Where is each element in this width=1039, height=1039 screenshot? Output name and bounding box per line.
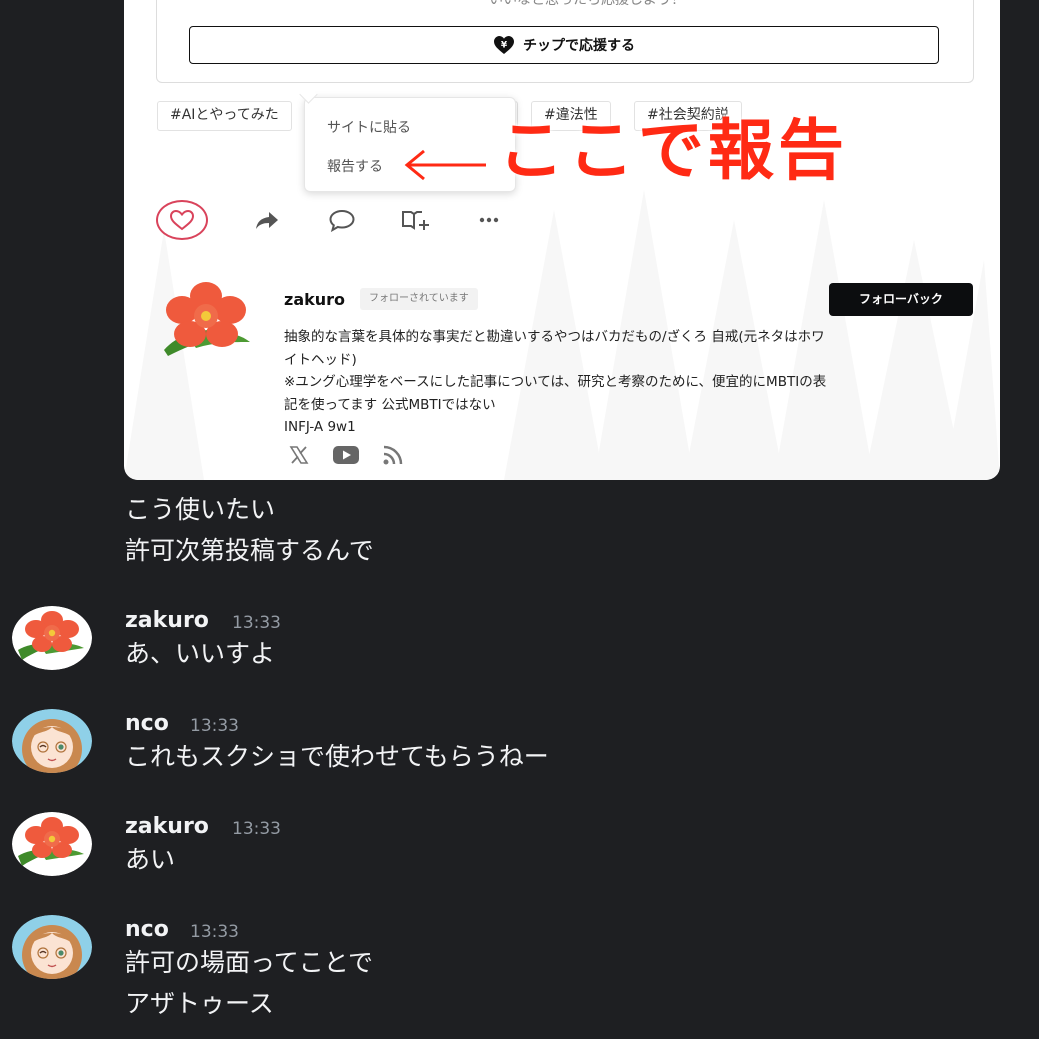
message-author[interactable]: nco bbox=[125, 710, 169, 738]
message-timestamp: 13:33 bbox=[190, 716, 239, 736]
follow-back-button[interactable]: フォローバック bbox=[829, 283, 973, 316]
yen-heart-icon: ¥ bbox=[494, 36, 514, 54]
user-avatar-anime-icon[interactable] bbox=[12, 915, 92, 979]
message-line: あい bbox=[125, 845, 176, 874]
message-line: アザトゥース bbox=[125, 989, 274, 1018]
message-author[interactable]: zakuro bbox=[125, 607, 209, 635]
follow-status-badge: フォローされています bbox=[360, 288, 478, 310]
message-line: 許可の場面ってことで bbox=[125, 948, 374, 977]
profile-bio: 抽象的な言葉を具体的な事実だと勘違いするやつはバカだもの/ざくろ 自戒(元ネタは… bbox=[284, 326, 974, 439]
svg-text:¥: ¥ bbox=[501, 41, 508, 51]
user-avatar-flower-icon[interactable] bbox=[12, 812, 92, 876]
message-timestamp: 13:33 bbox=[190, 922, 239, 942]
share-icon[interactable] bbox=[254, 208, 280, 232]
message-line: これもスクショで使わせてもらうねー bbox=[125, 742, 549, 771]
heart-icon bbox=[169, 209, 195, 231]
message-author[interactable]: zakuro bbox=[125, 813, 209, 841]
message-line: 許可次第投稿するんで bbox=[125, 536, 374, 565]
tip-caption: いいなと思ったら応援しよう！ bbox=[442, 0, 732, 10]
tip-section: いいなと思ったら応援しよう！ ¥ チップで応援する bbox=[156, 0, 974, 83]
user-avatar-flower-icon[interactable] bbox=[12, 606, 92, 670]
tip-button-label: チップで応援する bbox=[523, 38, 635, 54]
menu-item-report[interactable]: 報告する bbox=[327, 156, 383, 176]
embedded-screenshot: いいなと思ったら応援しよう！ ¥ チップで応援する #AIとやってみた #違法性… bbox=[124, 0, 1000, 480]
action-bar bbox=[156, 200, 516, 242]
message-author[interactable]: nco bbox=[125, 916, 169, 944]
bio-line: イトヘッド) bbox=[284, 351, 357, 368]
annotation-text: ここで報告 bbox=[498, 112, 848, 189]
rss-icon[interactable] bbox=[382, 444, 404, 466]
bio-line: ※ユング心理学をベースにした記事については、研究と考察のために、便宜的にMBTI… bbox=[284, 374, 827, 390]
message-line: こう使いたい bbox=[125, 495, 276, 524]
youtube-icon[interactable] bbox=[332, 445, 360, 465]
left-arrow-icon bbox=[404, 149, 486, 181]
message-line: あ、いいすよ bbox=[125, 639, 276, 668]
like-button[interactable] bbox=[156, 200, 208, 240]
user-avatar-anime-icon[interactable] bbox=[12, 709, 92, 773]
tag-ai[interactable]: #AIとやってみた bbox=[157, 101, 292, 131]
magazine-add-icon[interactable] bbox=[400, 208, 430, 232]
tip-button[interactable]: ¥ チップで応援する bbox=[189, 26, 939, 64]
comment-icon[interactable] bbox=[328, 208, 356, 232]
bio-line: INFJ-A 9w1 bbox=[284, 419, 356, 435]
x-icon[interactable] bbox=[289, 446, 309, 464]
more-icon[interactable] bbox=[476, 208, 502, 232]
message-timestamp: 13:33 bbox=[232, 819, 281, 839]
profile-name[interactable]: zakuro bbox=[284, 290, 345, 309]
profile-avatar-flower-icon[interactable] bbox=[160, 280, 252, 360]
message-timestamp: 13:33 bbox=[232, 613, 281, 633]
bio-line: 抽象的な言葉を具体的な事実だと勘違いするやつはバカだもの/ざくろ 自戒(元ネタは… bbox=[284, 329, 825, 345]
menu-item-embed[interactable]: サイトに貼る bbox=[327, 117, 411, 137]
bio-line: 記を使ってます 公式MBTIではない bbox=[284, 396, 496, 413]
